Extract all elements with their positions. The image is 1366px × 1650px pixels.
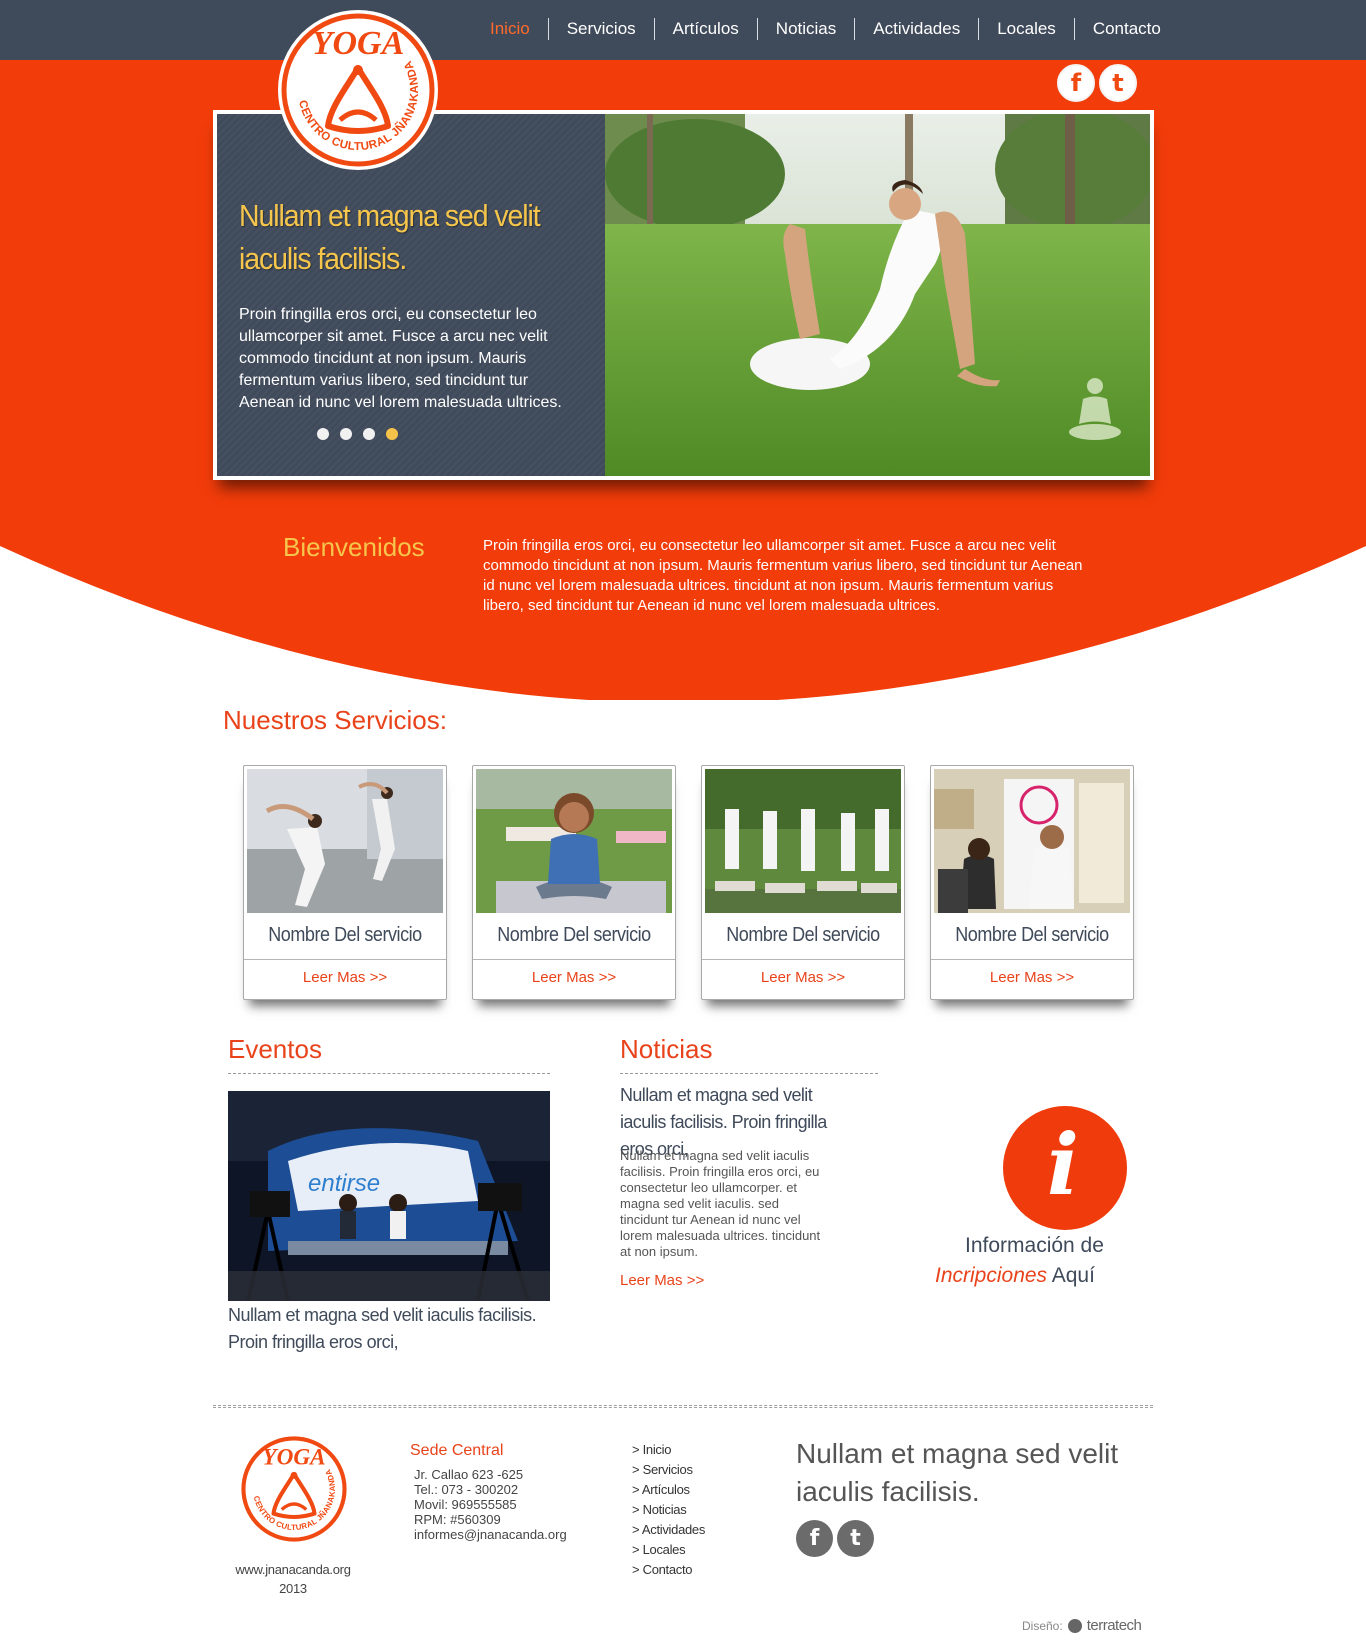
nav-contacto[interactable]: Contacto	[1073, 18, 1179, 40]
footer-nav-inicio[interactable]: > Inicio	[632, 1440, 705, 1460]
sede-phone: Tel.: 073 - 300202	[414, 1482, 519, 1497]
footer-nav-servicios[interactable]: > Servicios	[632, 1460, 705, 1480]
slide-photo-yoga-pose	[605, 114, 1150, 476]
footer-nav-noticias[interactable]: > Noticias	[632, 1500, 705, 1520]
event-caption: Nullam et magna sed velit iaculis facili…	[228, 1305, 537, 1352]
service-card: Nombre Del servicio Leer Mas >>	[243, 765, 447, 1000]
footer-year: 2013	[279, 1581, 307, 1596]
service-divider	[473, 959, 675, 960]
facebook-icon[interactable]: f	[1057, 64, 1095, 102]
welcome-title: Bienvenidos	[283, 532, 425, 562]
credit-label: Diseño:	[1022, 1618, 1063, 1633]
nav-noticias[interactable]: Noticias	[756, 18, 854, 40]
info-text-line1: Información de	[965, 1234, 1104, 1257]
terratech-logo-icon	[1067, 1618, 1082, 1633]
service-read-more-link[interactable]: Leer Mas >>	[244, 969, 446, 986]
credit-brand[interactable]: terratech	[1087, 1617, 1142, 1634]
event-photo-tv-studio[interactable]: entirse	[228, 1091, 550, 1301]
slide-text: Proin fringilla eros orci, eu consectetu…	[239, 306, 562, 411]
footer-social-links: f t	[796, 1520, 874, 1557]
design-credit: Diseño: terratech	[1022, 1617, 1142, 1634]
footer-twitter-icon[interactable]: t	[837, 1520, 874, 1557]
slider-dot-2[interactable]	[340, 428, 352, 440]
footer-tagline: Nullam et magna sed velit iaculis facili…	[796, 1438, 1119, 1507]
sede-mobile: Movil: 969555585	[414, 1497, 517, 1512]
info-text-rest: Aquí	[1047, 1264, 1095, 1287]
top-navigation-bar: Inicio Servicios Artículos Noticias Acti…	[0, 0, 1366, 60]
footer-divider	[213, 1405, 1153, 1408]
footer-site-url: www.jnanacanda.org	[235, 1562, 351, 1577]
service-divider	[702, 959, 904, 960]
service-name: Nombre Del servicio	[497, 924, 651, 946]
welcome-text: Proin fringilla eros orci, eu consectetu…	[483, 537, 1083, 614]
service-card: Nombre Del servicio Leer Mas >>	[701, 765, 905, 1000]
service-read-more-link[interactable]: Leer Mas >>	[702, 969, 904, 986]
footer-nav-locales[interactable]: > Locales	[632, 1540, 705, 1560]
twitter-icon[interactable]: t	[1099, 64, 1137, 102]
service-photo-interview	[934, 769, 1130, 913]
events-divider	[228, 1073, 550, 1074]
nav-articulos[interactable]: Artículos	[653, 18, 757, 40]
slider-dot-3[interactable]	[363, 428, 375, 440]
svg-text:entirse: entirse	[308, 1170, 380, 1197]
footer-site-info: www.jnanacanda.org 2013	[218, 1560, 368, 1598]
footer-nav: > Inicio > Servicios > Artículos > Notic…	[632, 1440, 705, 1580]
sede-rpm: RPM: #560309	[414, 1512, 501, 1527]
news-read-more-link[interactable]: Leer Mas >>	[620, 1272, 704, 1289]
logo-word: YOGA	[312, 25, 405, 62]
header-social-links: f t	[1057, 64, 1137, 102]
news-title: Noticias	[620, 1034, 713, 1064]
info-icon[interactable]: i	[1003, 1106, 1127, 1230]
sede-email[interactable]: informes@jnanacanda.org	[414, 1527, 567, 1542]
sede-title: Sede Central	[410, 1442, 504, 1459]
nav-actividades[interactable]: Actividades	[854, 18, 978, 40]
info-highlight[interactable]: Incripciones	[935, 1264, 1047, 1287]
nav-inicio[interactable]: Inicio	[472, 18, 548, 40]
service-card: Nombre Del servicio Leer Mas >>	[472, 765, 676, 1000]
info-text-line2[interactable]: Incripciones Aquí	[935, 1264, 1095, 1288]
sede-address: Jr. Callao 623 -625	[414, 1467, 524, 1482]
footer-logo-word: YOGA	[262, 1444, 325, 1470]
footer-nav-actividades[interactable]: > Actividades	[632, 1520, 705, 1540]
footer-nav-contacto[interactable]: > Contacto	[632, 1560, 705, 1580]
service-name: Nombre Del servicio	[955, 924, 1109, 946]
slider-dot-4[interactable]	[386, 428, 398, 440]
services-title: Nuestros Servicios:	[223, 705, 447, 735]
service-name: Nombre Del servicio	[268, 924, 422, 946]
slide-title: Nullam et magna sed velit iaculis facili…	[239, 198, 541, 276]
service-read-more-link[interactable]: Leer Mas >>	[931, 969, 1133, 986]
service-photo-yoga-class	[247, 769, 443, 913]
footer-nav-articulos[interactable]: > Artículos	[632, 1480, 705, 1500]
service-card: Nombre Del servicio Leer Mas >>	[930, 765, 1134, 1000]
slider-dots	[317, 428, 398, 440]
service-divider	[244, 959, 446, 960]
sede-contact: Jr. Callao 623 -625 Tel.: 073 - 300202 M…	[414, 1467, 567, 1542]
news-body: Nullam et magna sed velit iaculis facili…	[620, 1148, 821, 1259]
footer-facebook-icon[interactable]: f	[796, 1520, 833, 1557]
service-photo-outdoor-group	[705, 769, 901, 913]
main-nav: Inicio Servicios Artículos Noticias Acti…	[472, 18, 1179, 40]
service-photo-child-meditation	[476, 769, 672, 913]
events-title: Eventos	[228, 1034, 322, 1064]
service-divider	[931, 959, 1133, 960]
footer-yoga-logo[interactable]: YOGA CENTRO CULTURAL JÑANAKANDA	[238, 1433, 350, 1545]
service-read-more-link[interactable]: Leer Mas >>	[473, 969, 675, 986]
slider-dot-1[interactable]	[317, 428, 329, 440]
yoga-logo[interactable]: YOGA CENTRO CULTURAL JÑANAKANDA	[276, 8, 440, 172]
nav-locales[interactable]: Locales	[978, 18, 1074, 40]
service-name: Nombre Del servicio	[726, 924, 880, 946]
news-divider	[620, 1073, 878, 1074]
nav-servicios[interactable]: Servicios	[547, 18, 654, 40]
